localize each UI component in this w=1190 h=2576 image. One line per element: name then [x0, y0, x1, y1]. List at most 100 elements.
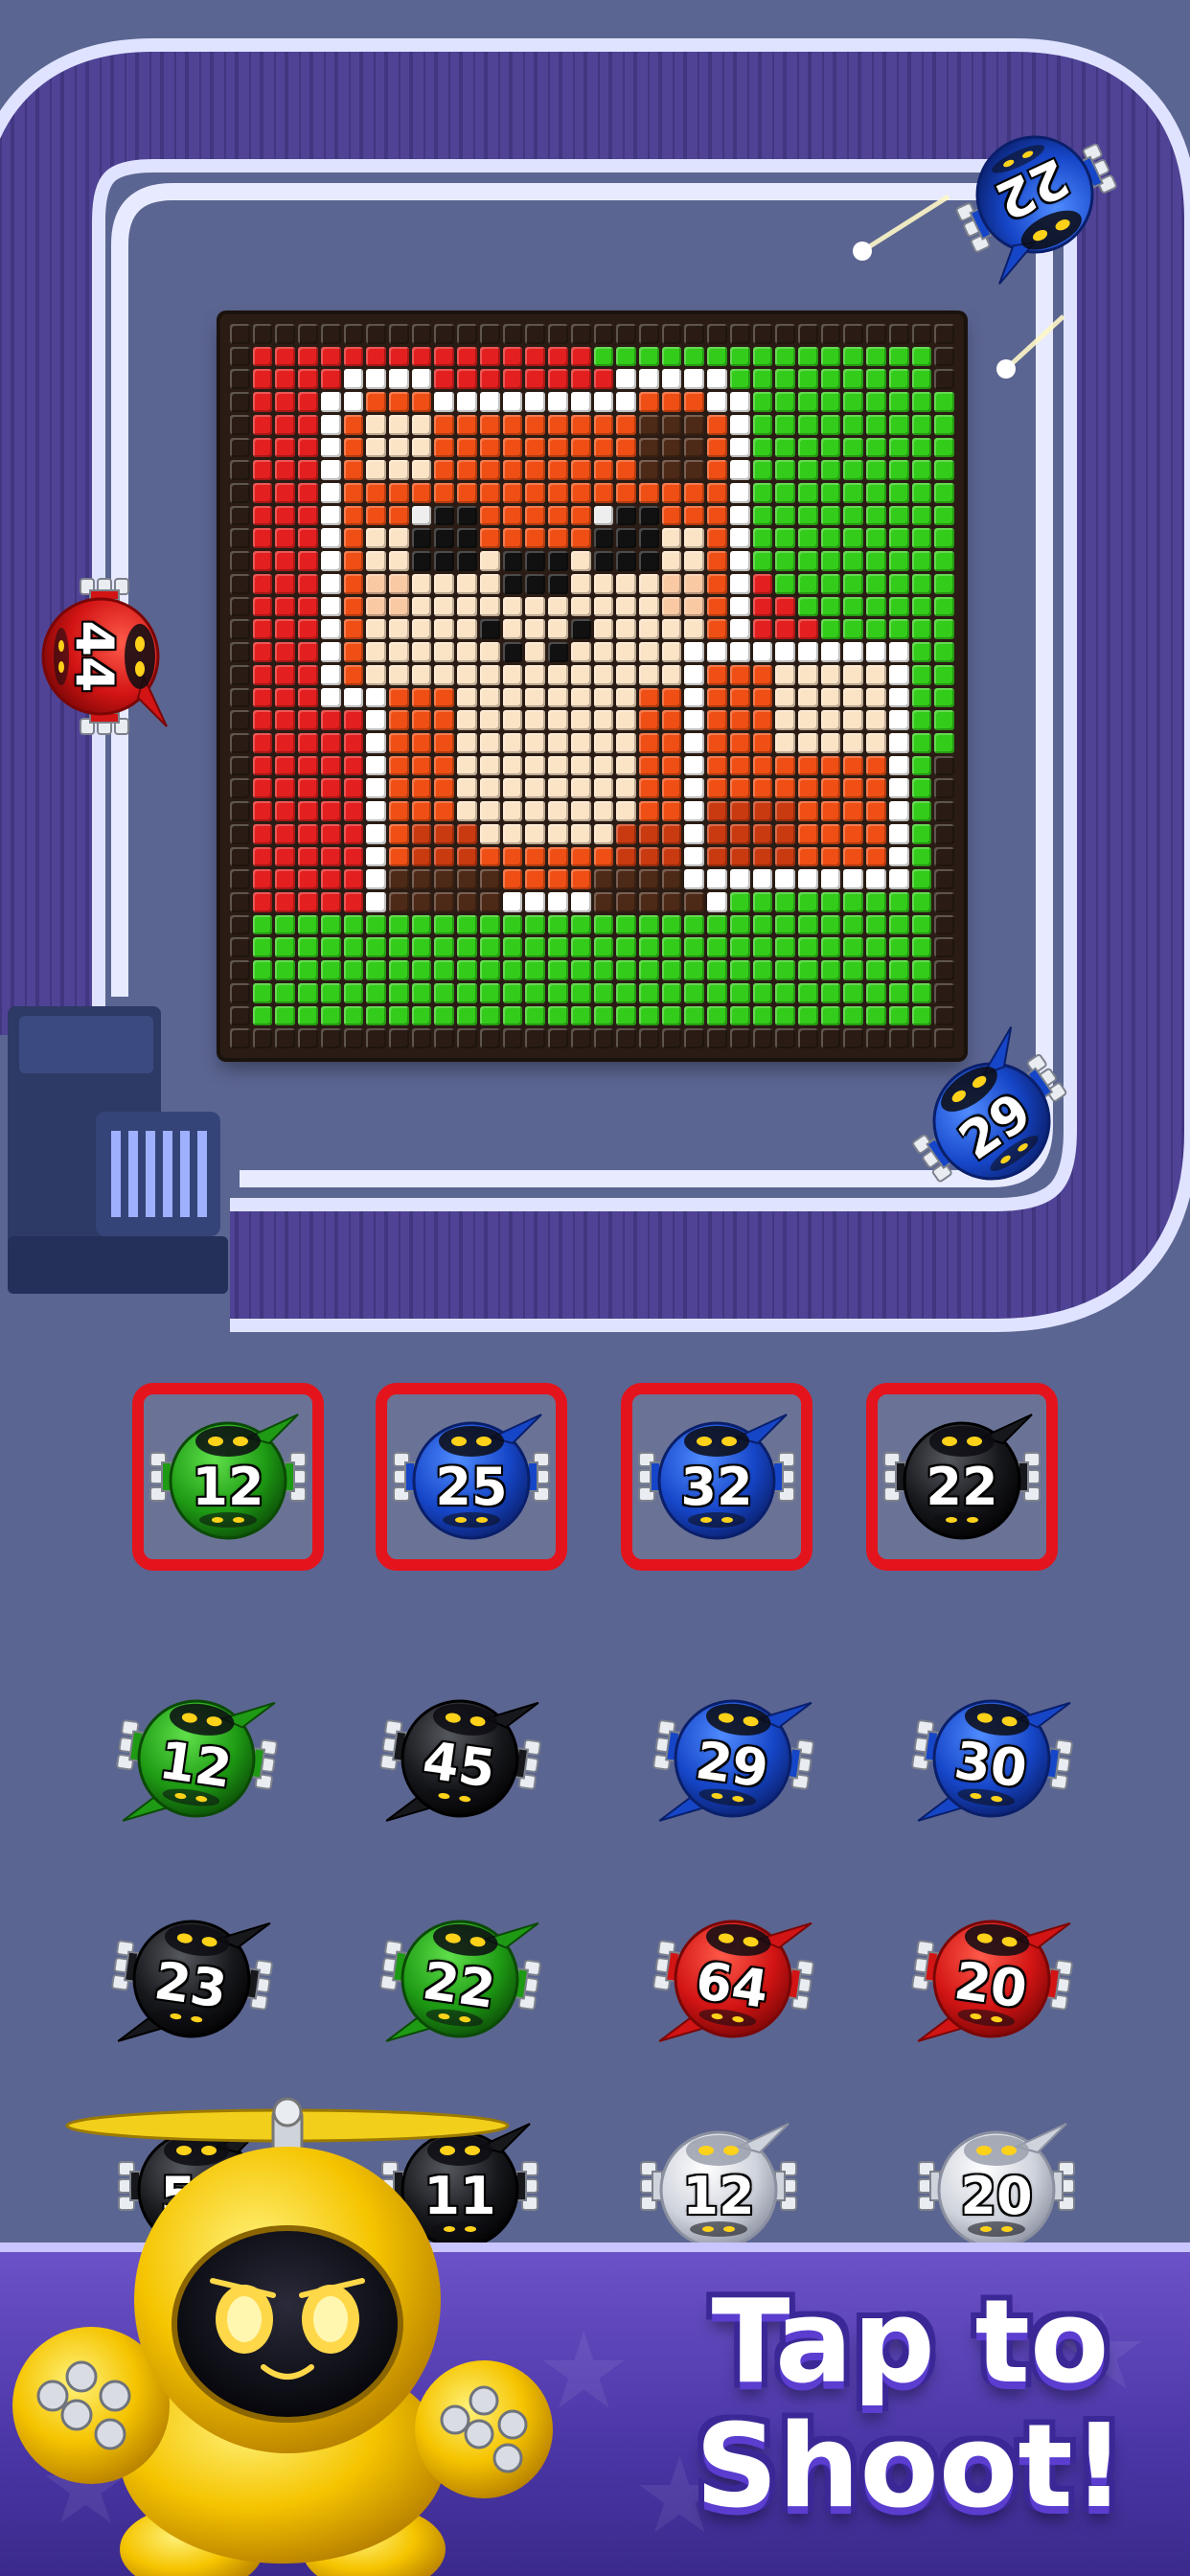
board-pixel	[797, 505, 818, 526]
board-pixel	[775, 823, 795, 844]
board-pixel	[343, 960, 364, 980]
board-pixel	[366, 664, 387, 685]
reserve-robot[interactable]: 45	[378, 1677, 541, 1839]
board-pixel	[230, 642, 250, 662]
board-pixel	[457, 324, 477, 344]
board-pixel	[275, 869, 296, 889]
board-pixel	[389, 414, 409, 435]
board-pixel	[479, 778, 500, 799]
board-pixel	[684, 619, 705, 640]
board-pixel	[616, 869, 636, 889]
board-pixel	[502, 778, 523, 799]
board-pixel	[888, 437, 909, 458]
board-pixel	[888, 460, 909, 481]
board-pixel	[661, 414, 682, 435]
board-pixel	[343, 642, 364, 662]
tap-to-shoot-text[interactable]: Tap to Shoot!	[661, 2281, 1159, 2530]
board-pixel	[820, 392, 841, 412]
board-pixel	[548, 982, 568, 1003]
queue-robot[interactable]: 32	[638, 1409, 795, 1552]
queue-robot[interactable]: 22	[883, 1409, 1041, 1552]
board-pixel	[888, 619, 909, 640]
board-pixel	[707, 619, 727, 640]
board-pixel	[661, 392, 682, 412]
board-pixel	[593, 869, 614, 889]
queue-robot[interactable]: 25	[393, 1409, 550, 1552]
reserve-robot[interactable]: 12	[640, 2118, 797, 2262]
board-pixel	[797, 869, 818, 889]
board-pixel	[616, 1005, 636, 1026]
reserve-robot[interactable]: 30	[910, 1677, 1073, 1839]
board-pixel	[320, 528, 341, 549]
board-pixel	[934, 551, 954, 571]
board-pixel	[525, 755, 546, 776]
board-pixel	[661, 551, 682, 571]
board-pixel	[230, 1005, 250, 1026]
board-pixel	[275, 755, 296, 776]
board-pixel	[888, 414, 909, 435]
board-pixel	[729, 437, 750, 458]
board-pixel	[479, 1005, 500, 1026]
board-pixel	[820, 460, 841, 481]
board-pixel	[411, 483, 432, 503]
board-pixel	[661, 437, 682, 458]
board-pixel	[320, 869, 341, 889]
board-pixel	[638, 346, 659, 367]
board-pixel	[548, 732, 568, 753]
board-pixel	[638, 528, 659, 549]
board-pixel	[298, 437, 318, 458]
reserve-robot[interactable]: 12	[115, 1677, 278, 1839]
board-pixel	[638, 710, 659, 730]
board-pixel	[230, 755, 250, 776]
board-pixel	[502, 732, 523, 753]
board-pixel	[298, 846, 318, 867]
reserve-robot[interactable]: 23	[110, 1898, 273, 2059]
board-pixel	[434, 664, 455, 685]
board-pixel	[616, 755, 636, 776]
board-pixel	[616, 710, 636, 730]
board-pixel	[457, 505, 477, 526]
board-pixel	[616, 483, 636, 503]
board-pixel	[661, 1005, 682, 1026]
reserve-robot[interactable]: 20	[918, 2118, 1075, 2262]
board-pixel	[843, 1005, 864, 1026]
board-pixel	[934, 982, 954, 1003]
queue-robot[interactable]: 12	[149, 1409, 307, 1552]
board-pixel	[866, 414, 886, 435]
board-pixel	[684, 778, 705, 799]
board-pixel	[457, 346, 477, 367]
board-pixel	[593, 437, 614, 458]
board-pixel	[684, 732, 705, 753]
reserve-robot[interactable]: 22	[378, 1898, 541, 2059]
board-pixel	[502, 369, 523, 390]
board-pixel	[389, 778, 409, 799]
board-pixel	[343, 664, 364, 685]
board-pixel	[752, 869, 773, 889]
board-pixel	[479, 914, 500, 935]
board-pixel	[230, 801, 250, 821]
board-pixel	[820, 846, 841, 867]
board-pixel	[457, 437, 477, 458]
board-pixel	[298, 596, 318, 617]
board-pixel	[934, 369, 954, 390]
reserve-robot[interactable]: 64	[652, 1898, 814, 2059]
board-pixel	[797, 732, 818, 753]
board-pixel	[389, 1028, 409, 1048]
board-pixel	[343, 801, 364, 821]
board-pixel	[320, 392, 341, 412]
reserve-robot[interactable]: 20	[910, 1898, 1073, 2059]
board-pixel	[752, 914, 773, 935]
board-pixel	[411, 505, 432, 526]
board-pixel	[729, 732, 750, 753]
board-pixel	[775, 483, 795, 503]
board-pixel	[298, 1028, 318, 1048]
board-pixel	[616, 528, 636, 549]
board-pixel	[457, 755, 477, 776]
board-pixel	[366, 483, 387, 503]
board-pixel	[411, 778, 432, 799]
board-pixel	[638, 1005, 659, 1026]
board-pixel	[661, 324, 682, 344]
reserve-robot[interactable]: 29	[652, 1677, 814, 1839]
board-pixel	[616, 960, 636, 980]
board-pixel	[457, 528, 477, 549]
